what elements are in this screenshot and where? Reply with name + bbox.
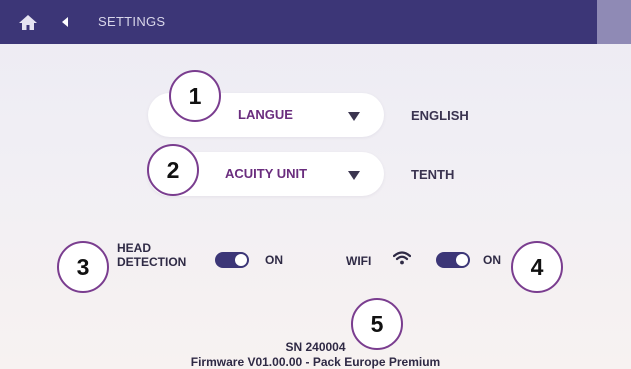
wifi-toggle[interactable] (436, 252, 470, 268)
callout-badge-4: 4 (511, 241, 563, 293)
callout-badge-2: 2 (147, 144, 199, 196)
head-detection-toggle[interactable] (215, 252, 249, 268)
serial-number: SN 240004 (285, 340, 346, 354)
head-detection-label: HEAD DETECTION (117, 241, 186, 269)
head-detection-label-line2: DETECTION (117, 255, 187, 269)
acuity-unit-value: TENTH (411, 167, 455, 182)
callout-badge-3: 3 (57, 241, 109, 293)
top-bar: SETTINGS (0, 0, 631, 44)
language-label: LANGUE (238, 107, 293, 122)
top-bar-edge (597, 0, 631, 44)
firmware-version: Firmware V01.00.00 - Pack Europe Premium (190, 355, 441, 369)
chevron-down-icon (348, 171, 360, 180)
wifi-icon (393, 251, 411, 265)
head-detection-state: ON (265, 253, 283, 267)
acuity-unit-label: ACUITY UNIT (225, 166, 308, 181)
toggle-knob (235, 254, 247, 266)
head-detection-label-line1: HEAD (117, 241, 152, 255)
toggle-knob (456, 254, 468, 266)
chevron-down-icon (348, 112, 360, 121)
back-arrow-icon (62, 17, 68, 27)
callout-badge-1: 1 (169, 70, 221, 122)
back-button[interactable] (54, 11, 76, 33)
wifi-label: WIFI (346, 254, 372, 268)
home-icon (19, 14, 37, 30)
wifi-state: ON (483, 253, 501, 267)
page-title: SETTINGS (98, 14, 166, 29)
language-value: ENGLISH (411, 108, 469, 123)
home-button[interactable] (15, 12, 41, 32)
